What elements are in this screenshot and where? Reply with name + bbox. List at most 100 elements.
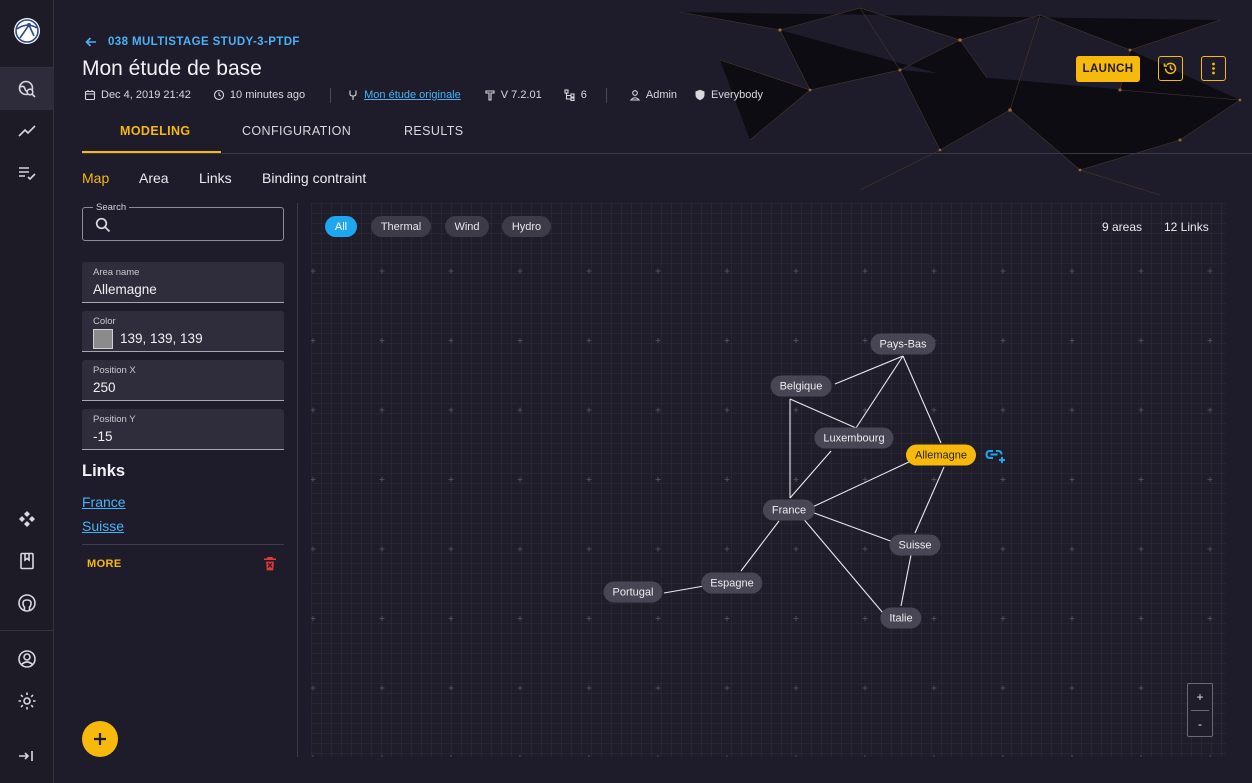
grid-marker bbox=[586, 546, 592, 552]
filter-all[interactable]: All bbox=[325, 216, 357, 237]
zoom-in-button[interactable]: + bbox=[1188, 684, 1212, 710]
link-suisse[interactable]: Suisse bbox=[82, 518, 124, 534]
more-options-button[interactable] bbox=[1201, 56, 1226, 81]
trending-up-icon bbox=[18, 125, 36, 137]
parent-study-link[interactable]: Mon étude originale bbox=[347, 89, 461, 101]
area-node-allemagne[interactable]: Allemagne bbox=[906, 444, 976, 466]
grid-marker bbox=[586, 407, 592, 413]
area-node-suisse[interactable]: Suisse bbox=[889, 534, 941, 556]
network-map[interactable]: All Thermal Wind Hydro 9 areas 12 Links … bbox=[311, 203, 1226, 757]
grid-marker bbox=[379, 546, 385, 552]
meta-divider bbox=[330, 87, 332, 103]
color-swatch[interactable] bbox=[93, 329, 113, 349]
history-button[interactable] bbox=[1158, 56, 1183, 81]
tab-results[interactable]: RESULTS bbox=[404, 124, 464, 138]
more-button[interactable]: MORE bbox=[87, 558, 122, 570]
study-title: Mon étude de base bbox=[82, 57, 262, 80]
grid-marker bbox=[655, 546, 661, 552]
book-icon bbox=[20, 552, 34, 570]
history-icon bbox=[1163, 62, 1177, 75]
sidebar-item-jobs[interactable] bbox=[0, 110, 54, 152]
subtab-links[interactable]: Links bbox=[199, 170, 232, 186]
panel-divider bbox=[82, 544, 284, 545]
grid-marker bbox=[379, 477, 385, 482]
sidebar-collapse-button[interactable] bbox=[0, 735, 54, 777]
antares-logo[interactable] bbox=[12, 16, 42, 46]
grid-marker bbox=[793, 338, 799, 343]
grid-marker bbox=[311, 268, 316, 274]
area-node-espagne[interactable]: Espagne bbox=[701, 572, 763, 594]
filter-thermal[interactable]: Thermal bbox=[371, 216, 431, 237]
sidebar-item-account[interactable] bbox=[0, 638, 54, 680]
area-link-line[interactable] bbox=[834, 355, 904, 385]
delete-icon[interactable] bbox=[263, 556, 277, 572]
area-name-field[interactable]: Area name Allemagne bbox=[82, 262, 284, 303]
shield-icon bbox=[695, 89, 705, 101]
area-link-line[interactable] bbox=[789, 450, 832, 499]
sidebar-item-tasks[interactable] bbox=[0, 152, 54, 194]
grid-marker bbox=[657, 755, 659, 757]
grid-marker bbox=[517, 407, 523, 413]
grid-marker bbox=[862, 616, 868, 621]
sidebar-item-docs[interactable] bbox=[0, 540, 54, 582]
sidebar-item-studies[interactable] bbox=[0, 68, 54, 110]
grid-marker bbox=[1138, 685, 1144, 691]
area-link-line[interactable] bbox=[740, 520, 780, 572]
add-area-button[interactable] bbox=[82, 721, 118, 757]
area-link-line[interactable] bbox=[900, 554, 912, 607]
area-node-portugal[interactable]: Portugal bbox=[603, 581, 663, 603]
area-link-line[interactable] bbox=[914, 466, 945, 534]
grid-marker bbox=[517, 338, 523, 343]
filter-wind[interactable]: Wind bbox=[445, 216, 489, 237]
color-field[interactable]: Color 139, 139, 139 bbox=[82, 311, 284, 352]
grid-marker bbox=[450, 755, 452, 757]
area-link-line[interactable] bbox=[663, 585, 705, 594]
updated-time: 10 minutes ago bbox=[213, 89, 305, 101]
area-node-italie[interactable]: Italie bbox=[880, 607, 922, 629]
sidebar-item-github[interactable] bbox=[0, 582, 54, 624]
area-link-line[interactable] bbox=[789, 398, 857, 429]
grid-marker bbox=[862, 338, 868, 343]
grid-marker bbox=[724, 338, 730, 343]
grid-marker bbox=[586, 616, 592, 621]
area-link-line[interactable] bbox=[795, 509, 884, 614]
tab-configuration[interactable]: CONFIGURATION bbox=[242, 124, 351, 138]
area-node-luxembourg[interactable]: Luxembourg bbox=[814, 427, 894, 449]
tab-modeling[interactable]: MODELING bbox=[120, 124, 191, 138]
grid-marker bbox=[1138, 338, 1144, 343]
launch-button[interactable]: LAUNCH bbox=[1076, 56, 1140, 82]
parent-study-name: 038 MULTISTAGE STUDY-3-PTDF bbox=[108, 36, 300, 48]
zoom-out-button[interactable]: - bbox=[1188, 711, 1212, 737]
grid-marker bbox=[655, 685, 661, 691]
position-y-field[interactable]: Position Y -15 bbox=[82, 409, 284, 450]
back-to-parent-link[interactable]: 038 MULTISTAGE STUDY-3-PTDF bbox=[84, 35, 300, 49]
grid-marker bbox=[381, 755, 383, 757]
grid-marker bbox=[1069, 685, 1075, 691]
sidebar-divider bbox=[0, 630, 54, 631]
subtab-area[interactable]: Area bbox=[139, 170, 169, 186]
grid-marker bbox=[933, 755, 935, 757]
area-link-line[interactable] bbox=[855, 355, 904, 429]
search-icon bbox=[95, 217, 111, 233]
area-node-belgique[interactable]: Belgique bbox=[770, 375, 832, 397]
subtab-map[interactable]: Map bbox=[82, 170, 109, 186]
add-link-icon[interactable] bbox=[985, 447, 1007, 463]
sidebar-item-settings[interactable] bbox=[0, 680, 54, 722]
subtab-binding-constraint[interactable]: Binding contraint bbox=[262, 170, 366, 186]
grid-marker bbox=[1207, 268, 1213, 274]
filter-hydro[interactable]: Hydro bbox=[502, 216, 551, 237]
area-node-pays-bas[interactable]: Pays-Bas bbox=[870, 333, 936, 355]
search-input[interactable]: Search bbox=[82, 202, 284, 241]
area-link-line[interactable] bbox=[805, 460, 912, 511]
link-france[interactable]: France bbox=[82, 494, 126, 510]
grid-marker bbox=[519, 755, 521, 757]
grid-marker bbox=[1138, 407, 1144, 413]
grid-marker bbox=[1000, 477, 1006, 482]
grid-marker bbox=[1209, 755, 1211, 757]
sidebar-item-api[interactable] bbox=[0, 498, 54, 540]
area-node-france[interactable]: France bbox=[762, 499, 816, 521]
position-x-field[interactable]: Position X 250 bbox=[82, 360, 284, 401]
area-link-line[interactable] bbox=[902, 355, 942, 444]
grid-marker bbox=[1207, 407, 1213, 413]
grid-marker bbox=[517, 546, 523, 552]
